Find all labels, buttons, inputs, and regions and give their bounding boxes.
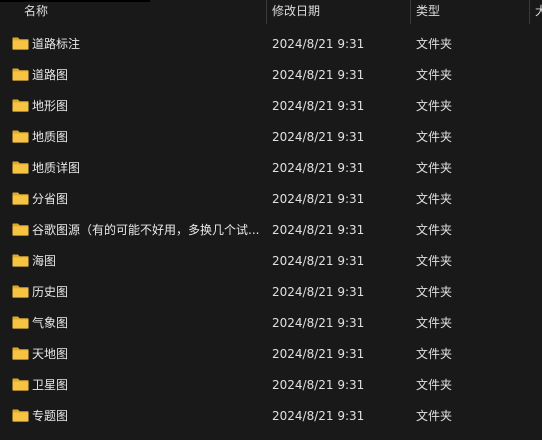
file-type: 文件夹 <box>416 161 453 175</box>
file-type: 文件夹 <box>416 130 453 144</box>
file-modified-date: 2024/8/21 9:31 <box>272 130 365 144</box>
folder-icon <box>12 347 29 360</box>
file-list-row[interactable]: 地质详图 2024/8/21 9:31 文件夹 <box>0 153 542 184</box>
file-name: 气象图 <box>32 316 69 330</box>
file-list-row[interactable]: 气象图 2024/8/21 9:31 文件夹 <box>0 308 542 339</box>
file-modified-date: 2024/8/21 9:31 <box>272 161 365 175</box>
file-name: 海图 <box>32 254 57 268</box>
file-type: 文件夹 <box>416 409 453 423</box>
column-header-modified[interactable]: 修改日期 <box>272 0 408 24</box>
column-header-bar: 名称 修改日期 类型 大 <box>0 0 542 24</box>
folder-icon <box>12 192 29 205</box>
file-list-row[interactable]: 道路标注 2024/8/21 9:31 文件夹 <box>0 29 542 60</box>
file-type: 文件夹 <box>416 347 453 361</box>
file-name: 谷歌图源（有的可能不好用，多换几个试... <box>32 223 260 237</box>
file-list-row[interactable]: 地质图 2024/8/21 9:31 文件夹 <box>0 122 542 153</box>
file-name: 分省图 <box>32 192 69 206</box>
file-modified-date: 2024/8/21 9:31 <box>272 68 365 82</box>
folder-icon <box>12 378 29 391</box>
column-header-size[interactable]: 大 <box>535 0 542 24</box>
column-header-type[interactable]: 类型 <box>416 0 524 24</box>
file-list-row[interactable]: 谷歌图源（有的可能不好用，多换几个试... 2024/8/21 9:31 文件夹 <box>0 215 542 246</box>
file-modified-date: 2024/8/21 9:31 <box>272 378 365 392</box>
file-modified-date: 2024/8/21 9:31 <box>272 192 365 206</box>
file-list: 道路标注 2024/8/21 9:31 文件夹 道路图 2024/8/21 9:… <box>0 29 542 432</box>
file-list-row[interactable]: 历史图 2024/8/21 9:31 文件夹 <box>0 277 542 308</box>
file-type: 文件夹 <box>416 378 453 392</box>
file-list-row[interactable]: 地形图 2024/8/21 9:31 文件夹 <box>0 91 542 122</box>
column-resize-handle-type[interactable] <box>529 0 530 24</box>
column-header-name[interactable]: 名称 <box>24 0 264 24</box>
folder-icon <box>12 254 29 267</box>
file-modified-date: 2024/8/21 9:31 <box>272 285 365 299</box>
file-name: 道路图 <box>32 68 69 82</box>
folder-icon <box>12 68 29 81</box>
file-type: 文件夹 <box>416 316 453 330</box>
file-type: 文件夹 <box>416 285 453 299</box>
file-modified-date: 2024/8/21 9:31 <box>272 254 365 268</box>
file-type: 文件夹 <box>416 37 453 51</box>
file-name: 道路标注 <box>32 37 81 51</box>
file-modified-date: 2024/8/21 9:31 <box>272 316 365 330</box>
file-modified-date: 2024/8/21 9:31 <box>272 409 365 423</box>
folder-icon <box>12 37 29 50</box>
file-name: 专题图 <box>32 409 69 423</box>
column-resize-handle-name[interactable] <box>266 0 267 24</box>
file-type: 文件夹 <box>416 192 453 206</box>
file-modified-date: 2024/8/21 9:31 <box>272 347 365 361</box>
file-type: 文件夹 <box>416 68 453 82</box>
file-type: 文件夹 <box>416 223 453 237</box>
file-modified-date: 2024/8/21 9:31 <box>272 223 365 237</box>
column-resize-handle-modified[interactable] <box>410 0 411 24</box>
file-name: 地质详图 <box>32 161 81 175</box>
file-list-row[interactable]: 分省图 2024/8/21 9:31 文件夹 <box>0 184 542 215</box>
file-list-row[interactable]: 天地图 2024/8/21 9:31 文件夹 <box>0 339 542 370</box>
file-type: 文件夹 <box>416 254 453 268</box>
file-name: 天地图 <box>32 347 69 361</box>
folder-icon <box>12 161 29 174</box>
file-list-row[interactable]: 海图 2024/8/21 9:31 文件夹 <box>0 246 542 277</box>
file-name: 卫星图 <box>32 378 69 392</box>
file-list-row[interactable]: 专题图 2024/8/21 9:31 文件夹 <box>0 401 542 432</box>
folder-icon <box>12 130 29 143</box>
file-type: 文件夹 <box>416 99 453 113</box>
folder-icon <box>12 285 29 298</box>
file-modified-date: 2024/8/21 9:31 <box>272 37 365 51</box>
folder-icon <box>12 409 29 422</box>
folder-icon <box>12 316 29 329</box>
file-name: 地形图 <box>32 99 69 113</box>
file-name: 历史图 <box>32 285 69 299</box>
file-list-row[interactable]: 卫星图 2024/8/21 9:31 文件夹 <box>0 370 542 401</box>
folder-icon <box>12 99 29 112</box>
file-modified-date: 2024/8/21 9:31 <box>272 99 365 113</box>
file-name: 地质图 <box>32 130 69 144</box>
file-list-row[interactable]: 道路图 2024/8/21 9:31 文件夹 <box>0 60 542 91</box>
folder-icon <box>12 223 29 236</box>
